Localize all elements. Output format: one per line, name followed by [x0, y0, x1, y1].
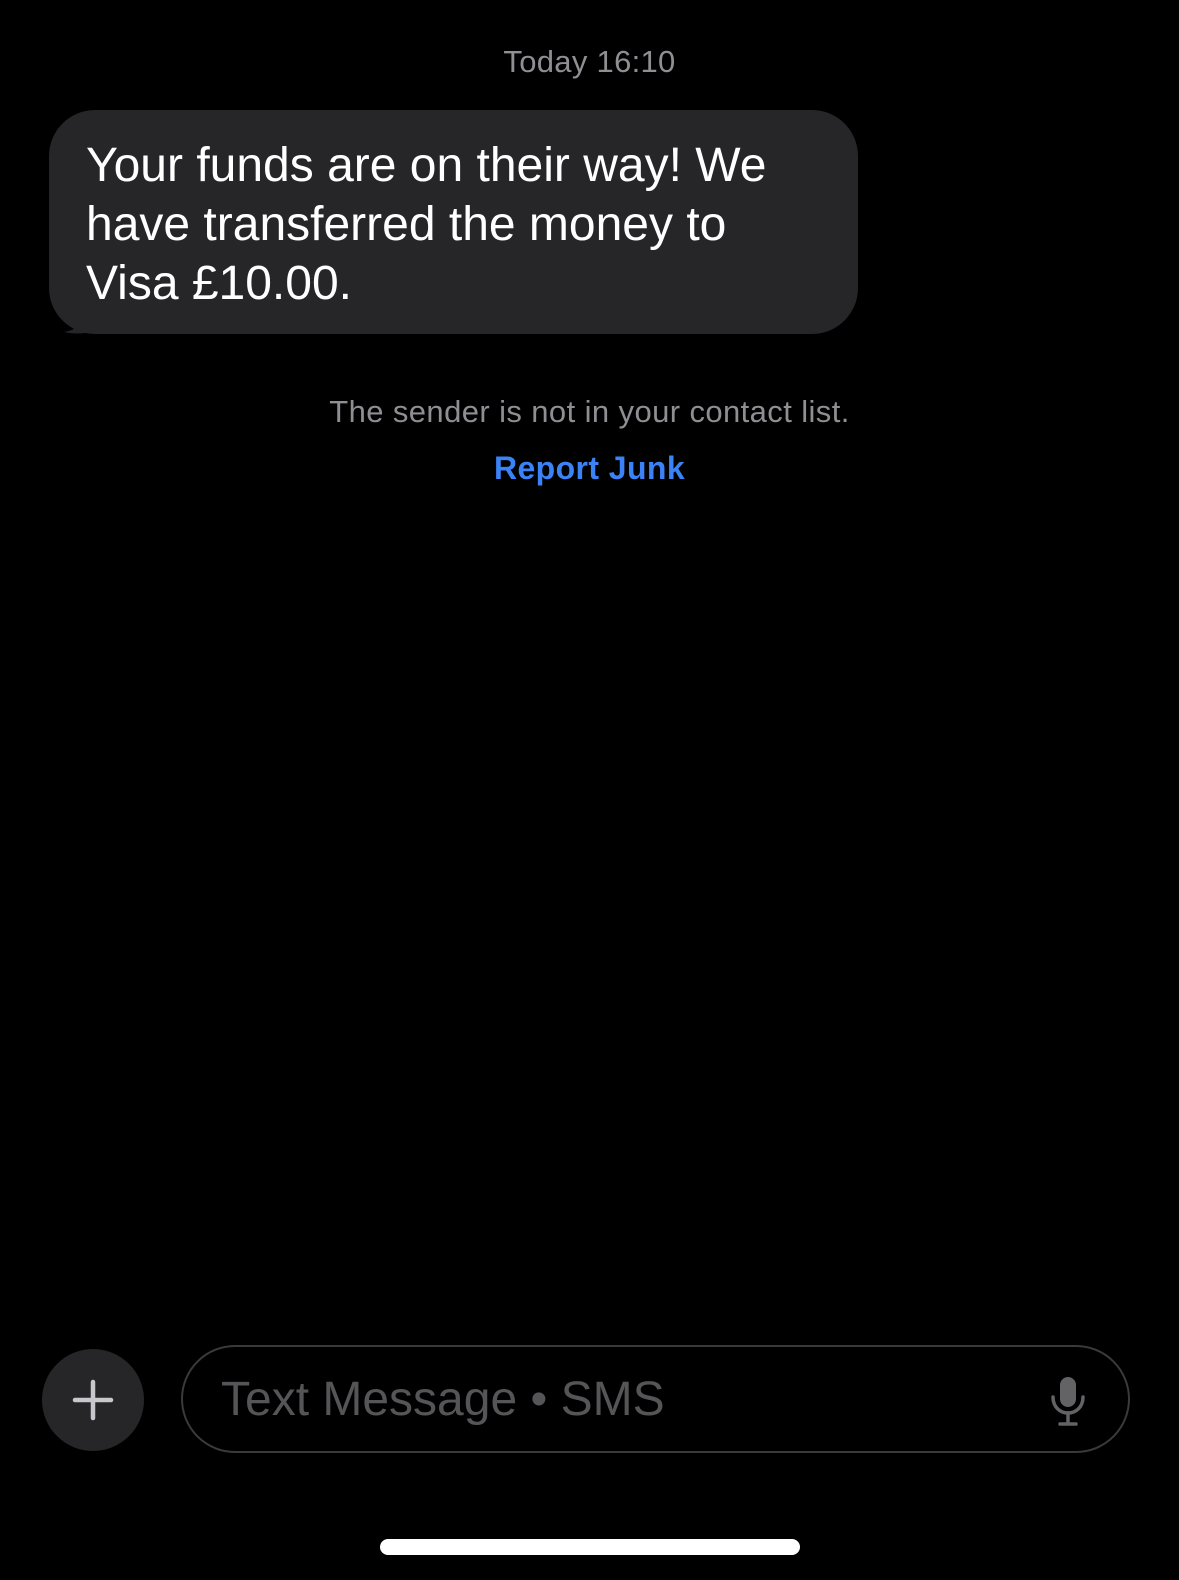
- unknown-sender-notice: The sender is not in your contact list.: [329, 394, 850, 429]
- message-text: Your funds are on their way! We have tra…: [86, 139, 767, 310]
- message-input-placeholder: Text Message • SMS: [221, 1373, 665, 1426]
- home-indicator[interactable]: [380, 1539, 800, 1555]
- microphone-icon[interactable]: [1048, 1375, 1088, 1427]
- incoming-message[interactable]: Your funds are on their way! We have tra…: [32, 110, 858, 334]
- message-timestamp: Today 16:10: [503, 44, 676, 79]
- message-input[interactable]: Text Message • SMS: [181, 1345, 1130, 1453]
- message-bubble: Your funds are on their way! We have tra…: [49, 110, 858, 334]
- report-junk-link[interactable]: Report Junk: [0, 450, 1179, 487]
- plus-icon: [72, 1379, 114, 1421]
- add-attachment-button[interactable]: [42, 1349, 144, 1451]
